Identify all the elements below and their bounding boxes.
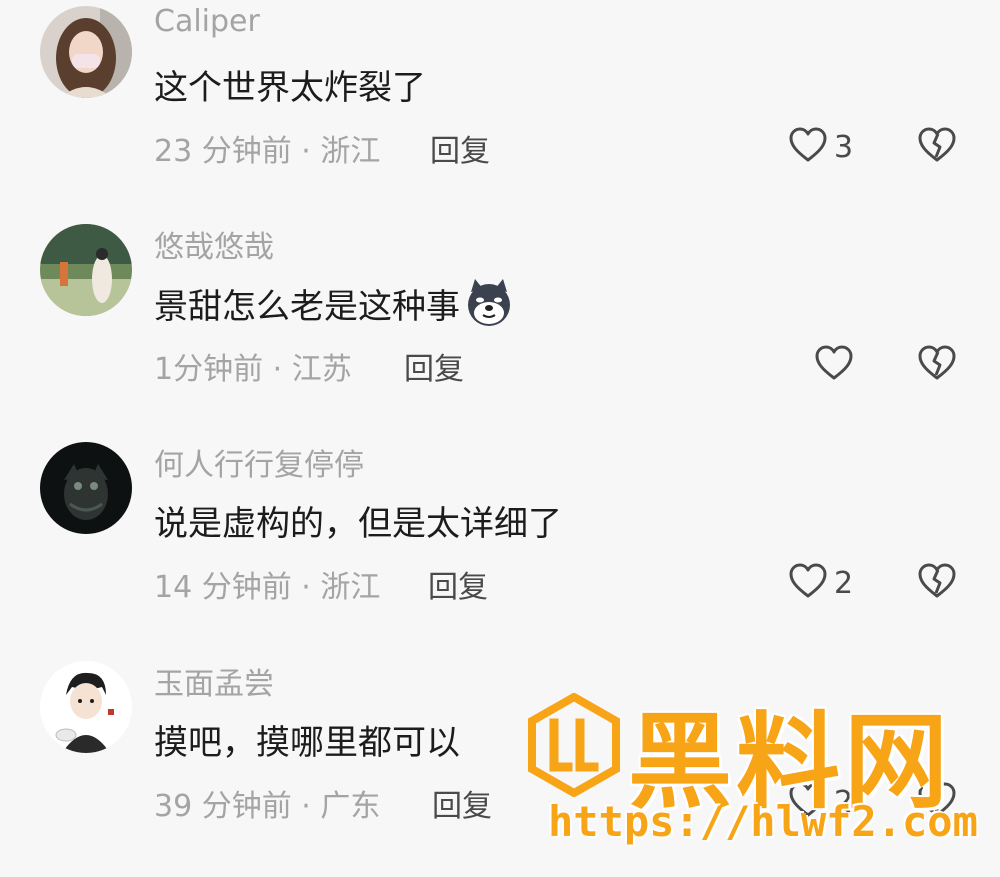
broken-heart-icon: [917, 344, 957, 386]
comment-text: 景甜怎么老是这种事: [154, 278, 514, 328]
user-avatar[interactable]: [40, 661, 132, 753]
comment-meta: 1分钟前 · 江苏: [154, 352, 352, 387]
broken-heart-icon: [917, 781, 957, 823]
comment-text-content: 说是虚构的，但是太详细了: [154, 504, 562, 544]
comment-text-content: 这个世界太炸裂了: [154, 68, 426, 108]
comment-text: 这个世界太炸裂了: [154, 60, 426, 109]
comment-username[interactable]: 悠哉悠哉: [154, 222, 274, 266]
heart-outline-icon: [788, 781, 828, 823]
broken-heart-icon: [917, 126, 957, 168]
comment-text-content: 景甜怎么老是这种事: [154, 286, 460, 327]
dislike-button[interactable]: [914, 124, 960, 170]
comment-username[interactable]: 玉面孟尝: [154, 659, 274, 703]
reply-button[interactable]: 回复: [404, 344, 464, 388]
reply-button[interactable]: 回复: [430, 126, 490, 170]
dislike-button[interactable]: [914, 342, 960, 388]
comment-item: 何人行行复停停 说是虚构的，但是太详细了 14 分钟前 · 浙江 回复 2: [0, 436, 1000, 654]
comment-item: 玉面孟尝 摸吧，摸哪里都可以 39 分钟前 · 广东 回复 2: [0, 655, 1000, 873]
like-count: 2: [834, 565, 854, 601]
like-count: 3: [834, 129, 854, 165]
comment-meta: 39 分钟前 · 广东: [154, 789, 381, 824]
comment-meta: 23 分钟前 · 浙江: [154, 134, 381, 169]
like-button[interactable]: 2: [788, 777, 853, 827]
heart-outline-icon: [788, 126, 828, 168]
reply-button[interactable]: 回复: [428, 562, 488, 606]
shiba-dog-emoji-icon: [464, 278, 514, 328]
comment-username[interactable]: 何人行行复停停: [154, 440, 364, 484]
comment-text: 摸吧，摸哪里都可以: [154, 715, 460, 764]
dislike-button[interactable]: [914, 779, 960, 825]
user-avatar[interactable]: [40, 6, 132, 98]
heart-outline-icon: [788, 562, 828, 604]
comment-text-content: 摸吧，摸哪里都可以: [154, 723, 460, 763]
heart-outline-icon: [814, 344, 854, 386]
like-button[interactable]: 3: [788, 122, 853, 172]
user-avatar[interactable]: [40, 442, 132, 534]
comment-meta: 14 分钟前 · 浙江: [154, 570, 381, 605]
like-button[interactable]: [814, 340, 860, 390]
comment-item: 悠哉悠哉 景甜怎么老是这种事 1分钟前 · 江苏 回复: [0, 218, 1000, 436]
like-count: 2: [834, 784, 854, 820]
user-avatar[interactable]: [40, 224, 132, 316]
comment-item: Caliper 这个世界太炸裂了 23 分钟前 · 浙江 回复 3: [0, 0, 1000, 218]
broken-heart-icon: [917, 562, 957, 604]
comment-text: 说是虚构的，但是太详细了: [154, 496, 562, 545]
dislike-button[interactable]: [914, 560, 960, 606]
comment-username[interactable]: Caliper: [154, 4, 260, 39]
like-button[interactable]: 2: [788, 558, 853, 608]
reply-button[interactable]: 回复: [432, 781, 492, 825]
